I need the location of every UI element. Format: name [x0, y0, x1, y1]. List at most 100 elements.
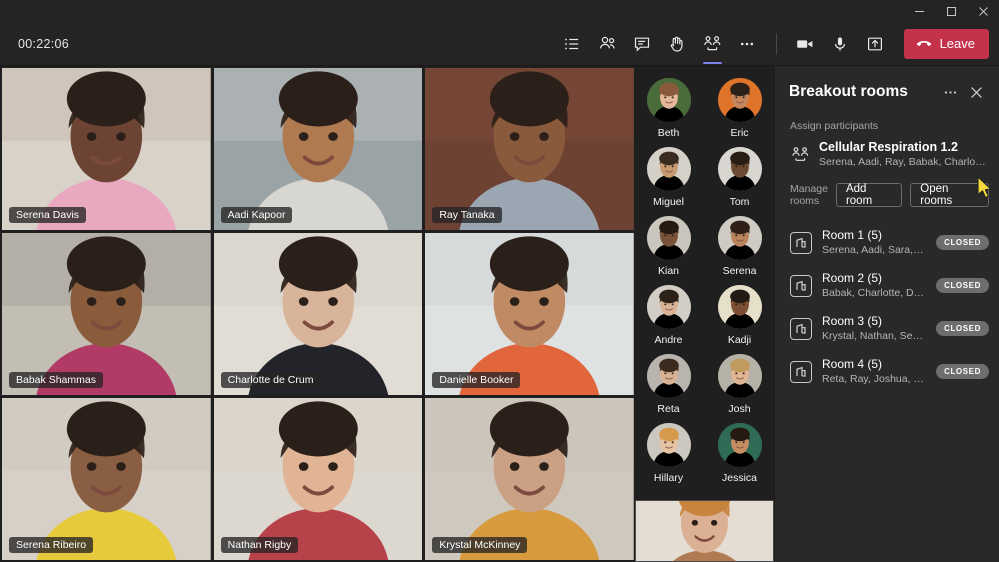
- participant-video: [2, 68, 211, 230]
- participant-avatar[interactable]: Miguel: [634, 147, 703, 216]
- video-tile[interactable]: Ray Tanaka: [425, 68, 634, 230]
- open-rooms-button[interactable]: Open rooms: [910, 183, 989, 207]
- avatar: [717, 354, 762, 398]
- avatar: [646, 354, 691, 398]
- participant-avatar[interactable]: Beth: [634, 78, 703, 147]
- rooms-list: Room 1 (5) Serena, Aadi, Sara, Tom, Eric…: [775, 221, 999, 393]
- video-tile[interactable]: Krystal McKinney: [425, 398, 634, 560]
- maximize-icon[interactable]: [935, 0, 967, 22]
- participant-avatar[interactable]: Reta: [634, 354, 703, 423]
- room-text: Room 4 (5) Reta, Ray, Joshua, Darren, Hi…: [822, 357, 926, 386]
- avatar: [646, 285, 691, 329]
- self-view-tile[interactable]: [634, 500, 774, 562]
- status-badge: CLOSED: [936, 235, 989, 250]
- video-tile[interactable]: Nathan Rigby: [213, 398, 423, 560]
- meeting-body: Serena Davis Aadi Kapoor Ray Tanaka Baba…: [0, 66, 999, 562]
- room-list-item[interactable]: Room 3 (5) Krystal, Nathan, Serena, Andr…: [775, 307, 999, 350]
- video-tile[interactable]: Babak Shammas: [2, 233, 211, 395]
- avatar-name-label: Miguel: [653, 196, 684, 208]
- close-icon[interactable]: [967, 0, 999, 22]
- panel-more-options-icon[interactable]: [937, 80, 963, 104]
- raise-hand-icon[interactable]: [661, 28, 694, 60]
- panel-header: Breakout rooms: [775, 66, 999, 114]
- participant-video: [425, 68, 634, 230]
- participant-avatar[interactable]: Andre: [634, 285, 703, 354]
- avatar-name-label: Serena: [722, 265, 757, 277]
- participant-name-label: Charlotte de Crum: [220, 372, 321, 388]
- panel-close-icon[interactable]: [963, 80, 989, 104]
- leave-button-label: Leave: [939, 36, 975, 51]
- participant-video: [2, 398, 211, 560]
- camera-icon[interactable]: [789, 28, 822, 60]
- participant-name-label: Nathan Rigby: [220, 537, 299, 553]
- window-title-bar: [0, 0, 999, 22]
- microphone-icon[interactable]: [824, 28, 857, 60]
- video-tile[interactable]: Serena Davis: [2, 68, 211, 230]
- room-title: Room 4 (5): [822, 357, 883, 371]
- video-tile[interactable]: Serena Ribeiro: [2, 398, 211, 560]
- video-grid: Serena Davis Aadi Kapoor Ray Tanaka Baba…: [0, 66, 634, 562]
- room-title: Room 2 (5): [822, 271, 883, 285]
- video-tile[interactable]: Aadi Kapoor: [213, 68, 423, 230]
- avatar-name-label: Josh: [728, 403, 751, 415]
- avatar: [646, 78, 691, 122]
- avatar-name-label: Hillary: [653, 472, 684, 484]
- assign-participants-row[interactable]: Cellular Respiration 1.2 Serena, Aadi, R…: [775, 138, 999, 169]
- avatar-name-label: Eric: [730, 127, 749, 139]
- participant-avatar[interactable]: Tom: [705, 147, 774, 216]
- avatar-name-label: Andre: [654, 334, 683, 346]
- chat-icon[interactable]: [626, 28, 659, 60]
- participant-avatar[interactable]: Josh: [705, 354, 774, 423]
- participant-video: [425, 233, 634, 395]
- avatar-name-label: Jessica: [721, 472, 757, 484]
- toolbar-actions: Leave: [556, 28, 989, 64]
- meeting-toolbar: 00:22:06 Leave: [0, 22, 999, 66]
- avatar: [717, 285, 762, 329]
- video-tile[interactable]: Charlotte de Crum: [213, 233, 423, 395]
- participant-avatar[interactable]: Serena: [705, 216, 774, 285]
- participant-name-label: Danielle Booker: [432, 372, 521, 388]
- room-list-item[interactable]: Room 2 (5) Babak, Charlotte, Danielle, M…: [775, 264, 999, 307]
- more-options-icon[interactable]: [731, 28, 764, 60]
- people-icon[interactable]: [591, 28, 624, 60]
- room-icon: [790, 231, 812, 254]
- breakout-rooms-icon[interactable]: [696, 28, 729, 64]
- page-title: Breakout rooms: [789, 83, 908, 100]
- leave-button[interactable]: Leave: [903, 28, 989, 59]
- participant-name-label: Aadi Kapoor: [220, 207, 293, 223]
- video-tile[interactable]: Danielle Booker: [425, 233, 634, 395]
- participant-name-label: Ray Tanaka: [432, 207, 502, 223]
- status-badge: CLOSED: [936, 321, 989, 336]
- room-members: Reta, Ray, Joshua, Darren, Hilla…: [822, 373, 926, 385]
- participant-name-label: Serena Davis: [9, 207, 87, 223]
- list-icon[interactable]: [556, 28, 589, 60]
- add-room-button[interactable]: Add room: [835, 183, 903, 207]
- participant-avatar[interactable]: Jessica: [705, 423, 774, 492]
- status-badge: CLOSED: [936, 364, 989, 379]
- avatar: [646, 147, 691, 191]
- room-members: Krystal, Nathan, Serena, Andre…: [822, 330, 926, 342]
- participant-video: [425, 398, 634, 560]
- participant-video: [2, 233, 211, 395]
- minimize-icon[interactable]: [903, 0, 935, 22]
- room-text: Room 2 (5) Babak, Charlotte, Danielle, M…: [822, 271, 926, 300]
- share-screen-icon[interactable]: [859, 28, 892, 60]
- participant-avatar[interactable]: Hillary: [634, 423, 703, 492]
- participant-avatar[interactable]: Kian: [634, 216, 703, 285]
- status-badge: CLOSED: [936, 278, 989, 293]
- meeting-timer: 00:22:06: [18, 36, 70, 51]
- avatar: [646, 423, 691, 467]
- avatar-name-label: Tom: [729, 196, 750, 208]
- participant-video: [213, 398, 423, 560]
- room-title: Room 3 (5): [822, 314, 883, 328]
- avatar-name-label: Reta: [657, 403, 680, 415]
- participant-strip: Beth Eric Miguel Tom Kian Serena Andre K…: [634, 66, 774, 562]
- participant-avatar[interactable]: Eric: [705, 78, 774, 147]
- room-list-item[interactable]: Room 1 (5) Serena, Aadi, Sara, Tom, Eric…: [775, 221, 999, 264]
- assign-participants-label: Assign participants: [790, 120, 879, 132]
- participant-avatar[interactable]: Kadji: [705, 285, 774, 354]
- avatar-name-label: Kian: [657, 265, 679, 277]
- room-members: Serena, Aadi, Sara, Tom, Eric: [822, 244, 927, 256]
- room-icon: [790, 317, 812, 340]
- room-list-item[interactable]: Room 4 (5) Reta, Ray, Joshua, Darren, Hi…: [775, 350, 999, 393]
